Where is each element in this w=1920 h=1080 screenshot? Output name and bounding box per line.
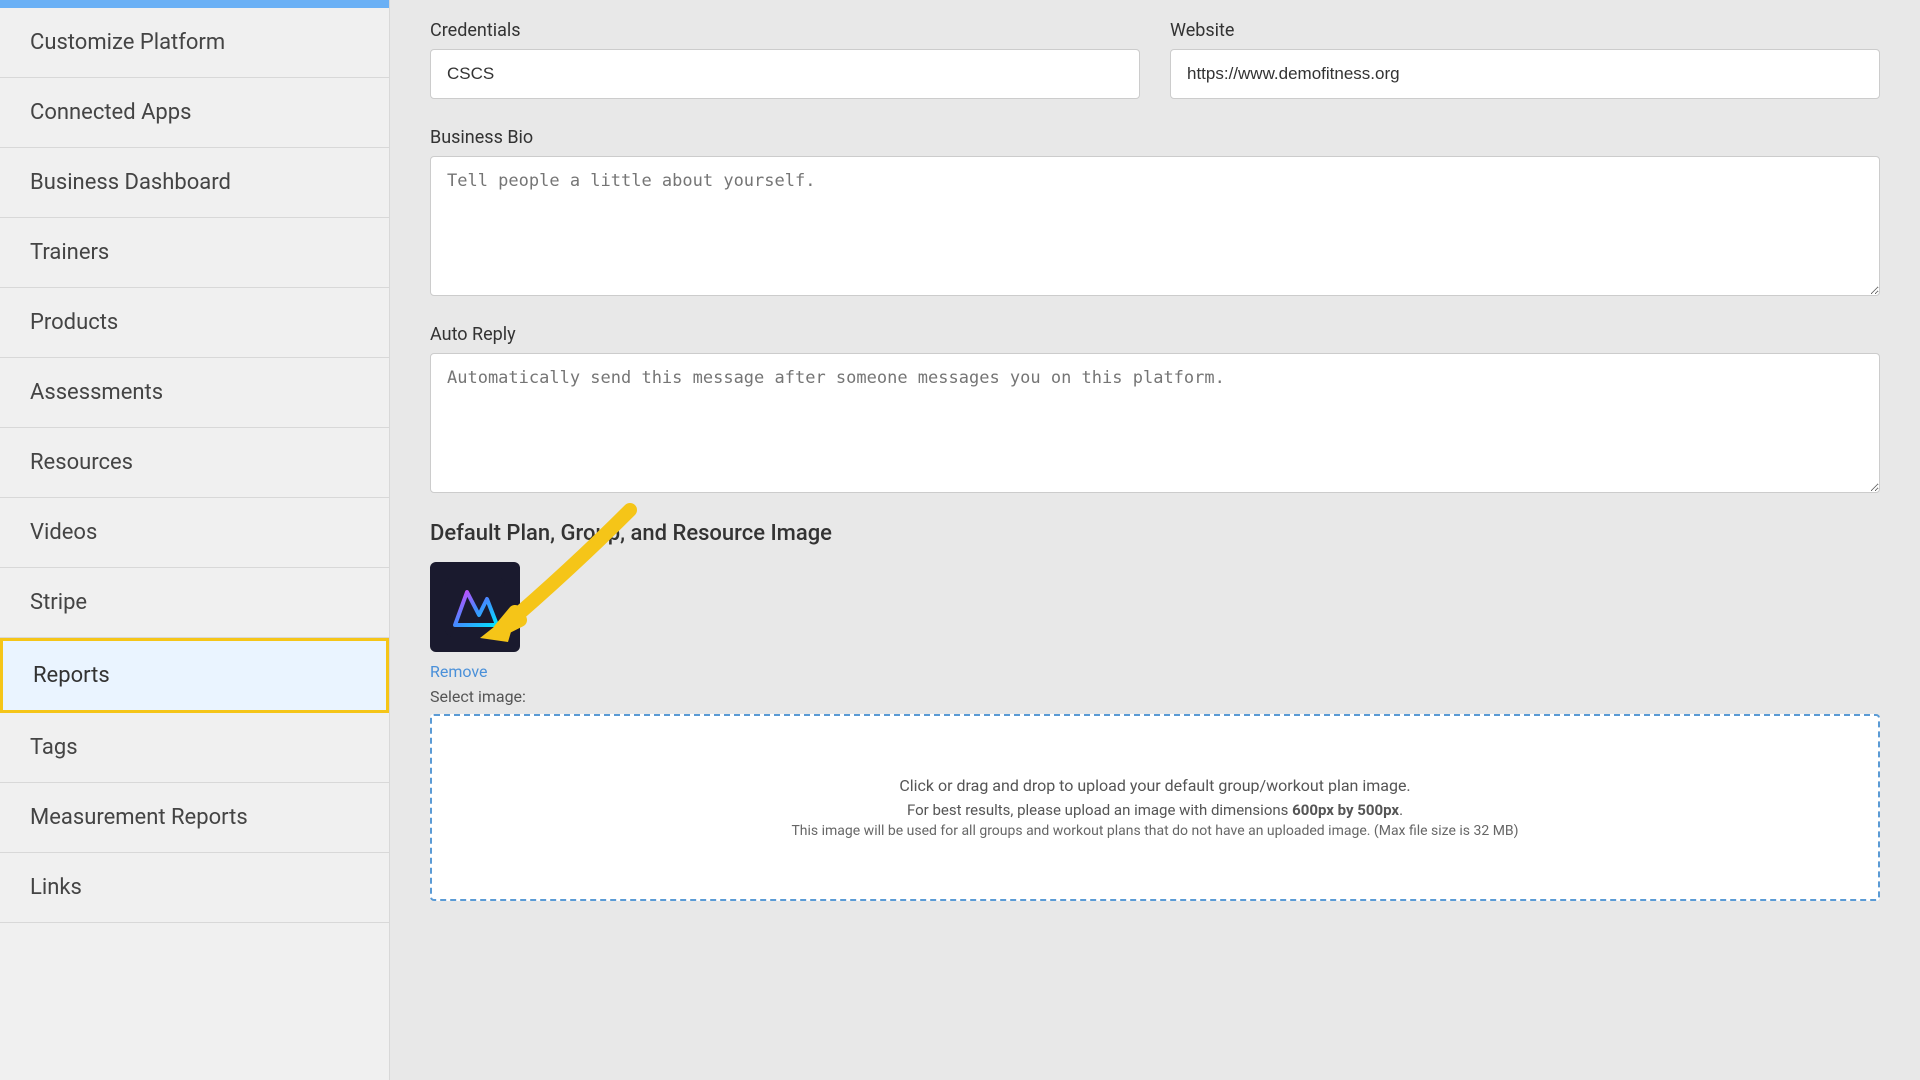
sidebar-item-reports[interactable]: Reports — [0, 638, 389, 713]
auto-reply-label: Auto Reply — [430, 324, 1880, 345]
image-preview — [430, 562, 520, 652]
credentials-label: Credentials — [430, 20, 1140, 41]
main-content: Credentials Website Business Bio Auto Re… — [390, 0, 1920, 1080]
upload-line2-text: For best results, please upload an image… — [907, 801, 1292, 819]
sidebar-item-trainers[interactable]: Trainers — [0, 218, 389, 288]
bio-group: Business Bio — [430, 127, 1880, 296]
bio-textarea[interactable] — [430, 156, 1880, 296]
image-preview-box — [430, 562, 520, 652]
credentials-input[interactable] — [430, 49, 1140, 99]
sidebar-item-products[interactable]: Products — [0, 288, 389, 358]
sidebar: Customize PlatformConnected AppsBusiness… — [0, 0, 390, 1080]
upload-text-sub: For best results, please upload an image… — [907, 801, 1403, 819]
sidebar-item-measurement-reports[interactable]: Measurement Reports — [0, 783, 389, 853]
sidebar-item-stripe[interactable]: Stripe — [0, 568, 389, 638]
upload-text-main: Click or drag and drop to upload your de… — [899, 776, 1410, 795]
upload-text-small: This image will be used for all groups a… — [791, 823, 1518, 839]
upload-dropzone[interactable]: Click or drag and drop to upload your de… — [430, 714, 1880, 901]
auto-reply-textarea[interactable] — [430, 353, 1880, 493]
upload-dimensions: 600px by 500px — [1292, 801, 1399, 819]
default-image-section: Default Plan, Group, and Resource Image — [430, 521, 1880, 901]
website-group: Website — [1170, 20, 1880, 99]
sidebar-item-business-dashboard[interactable]: Business Dashboard — [0, 148, 389, 218]
bio-label: Business Bio — [430, 127, 1880, 148]
sidebar-item-links[interactable]: Links — [0, 853, 389, 923]
sidebar-item-connected-apps[interactable]: Connected Apps — [0, 78, 389, 148]
preview-logo-icon — [445, 577, 505, 637]
default-image-title: Default Plan, Group, and Resource Image — [430, 521, 1880, 546]
sidebar-item-assessments[interactable]: Assessments — [0, 358, 389, 428]
top-bar — [0, 0, 389, 8]
sidebar-item-tags[interactable]: Tags — [0, 713, 389, 783]
sidebar-item-videos[interactable]: Videos — [0, 498, 389, 568]
select-image-label: Select image: — [430, 687, 1880, 706]
credentials-group: Credentials — [430, 20, 1140, 99]
credentials-website-row: Credentials Website — [430, 20, 1880, 99]
website-label: Website — [1170, 20, 1880, 41]
sidebar-item-resources[interactable]: Resources — [0, 428, 389, 498]
sidebar-item-customize-platform[interactable]: Customize Platform — [0, 8, 389, 78]
remove-link[interactable]: Remove — [430, 662, 1880, 681]
website-input[interactable] — [1170, 49, 1880, 99]
auto-reply-group: Auto Reply — [430, 324, 1880, 493]
